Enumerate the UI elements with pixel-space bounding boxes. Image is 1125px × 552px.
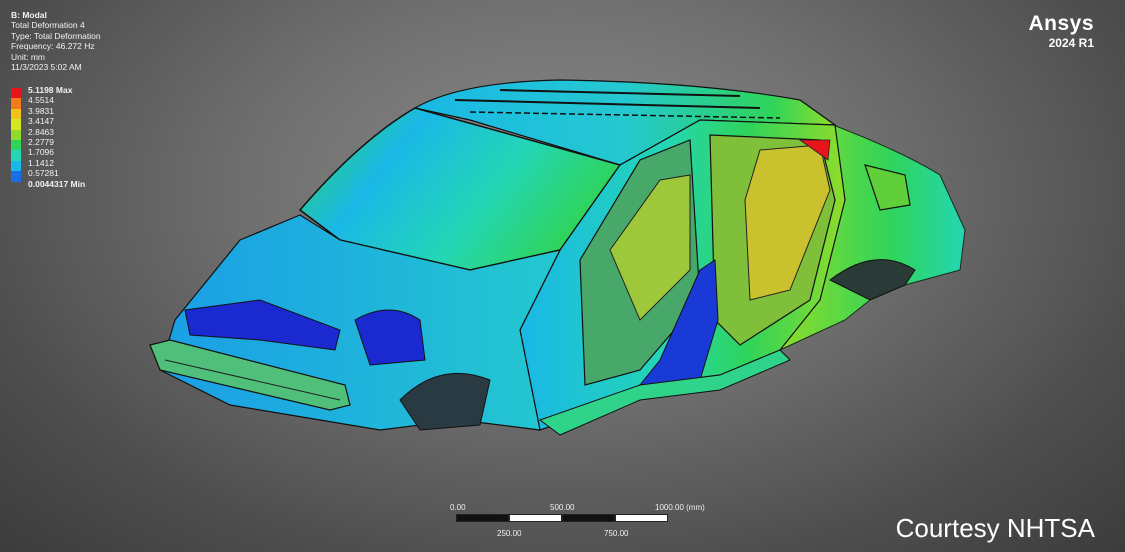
- car-body-model-viewport[interactable]: [0, 0, 1125, 552]
- scale-bar: 0.00 500.00 1000.00 (mm) 250.00 750.00: [440, 500, 720, 545]
- courtesy-credit: Courtesy NHTSA: [895, 513, 1095, 543]
- scale-label-250: 250.00: [497, 529, 522, 538]
- scale-label-500: 500.00: [550, 503, 575, 512]
- scale-label-750: 750.00: [604, 529, 629, 538]
- scale-segment: [509, 514, 562, 522]
- scale-segment: [456, 514, 509, 522]
- scale-segment: [562, 514, 615, 522]
- scale-label-1000: 1000.00 (mm): [655, 503, 705, 512]
- scale-segment: [615, 514, 668, 522]
- scale-label-0: 0.00: [450, 503, 466, 512]
